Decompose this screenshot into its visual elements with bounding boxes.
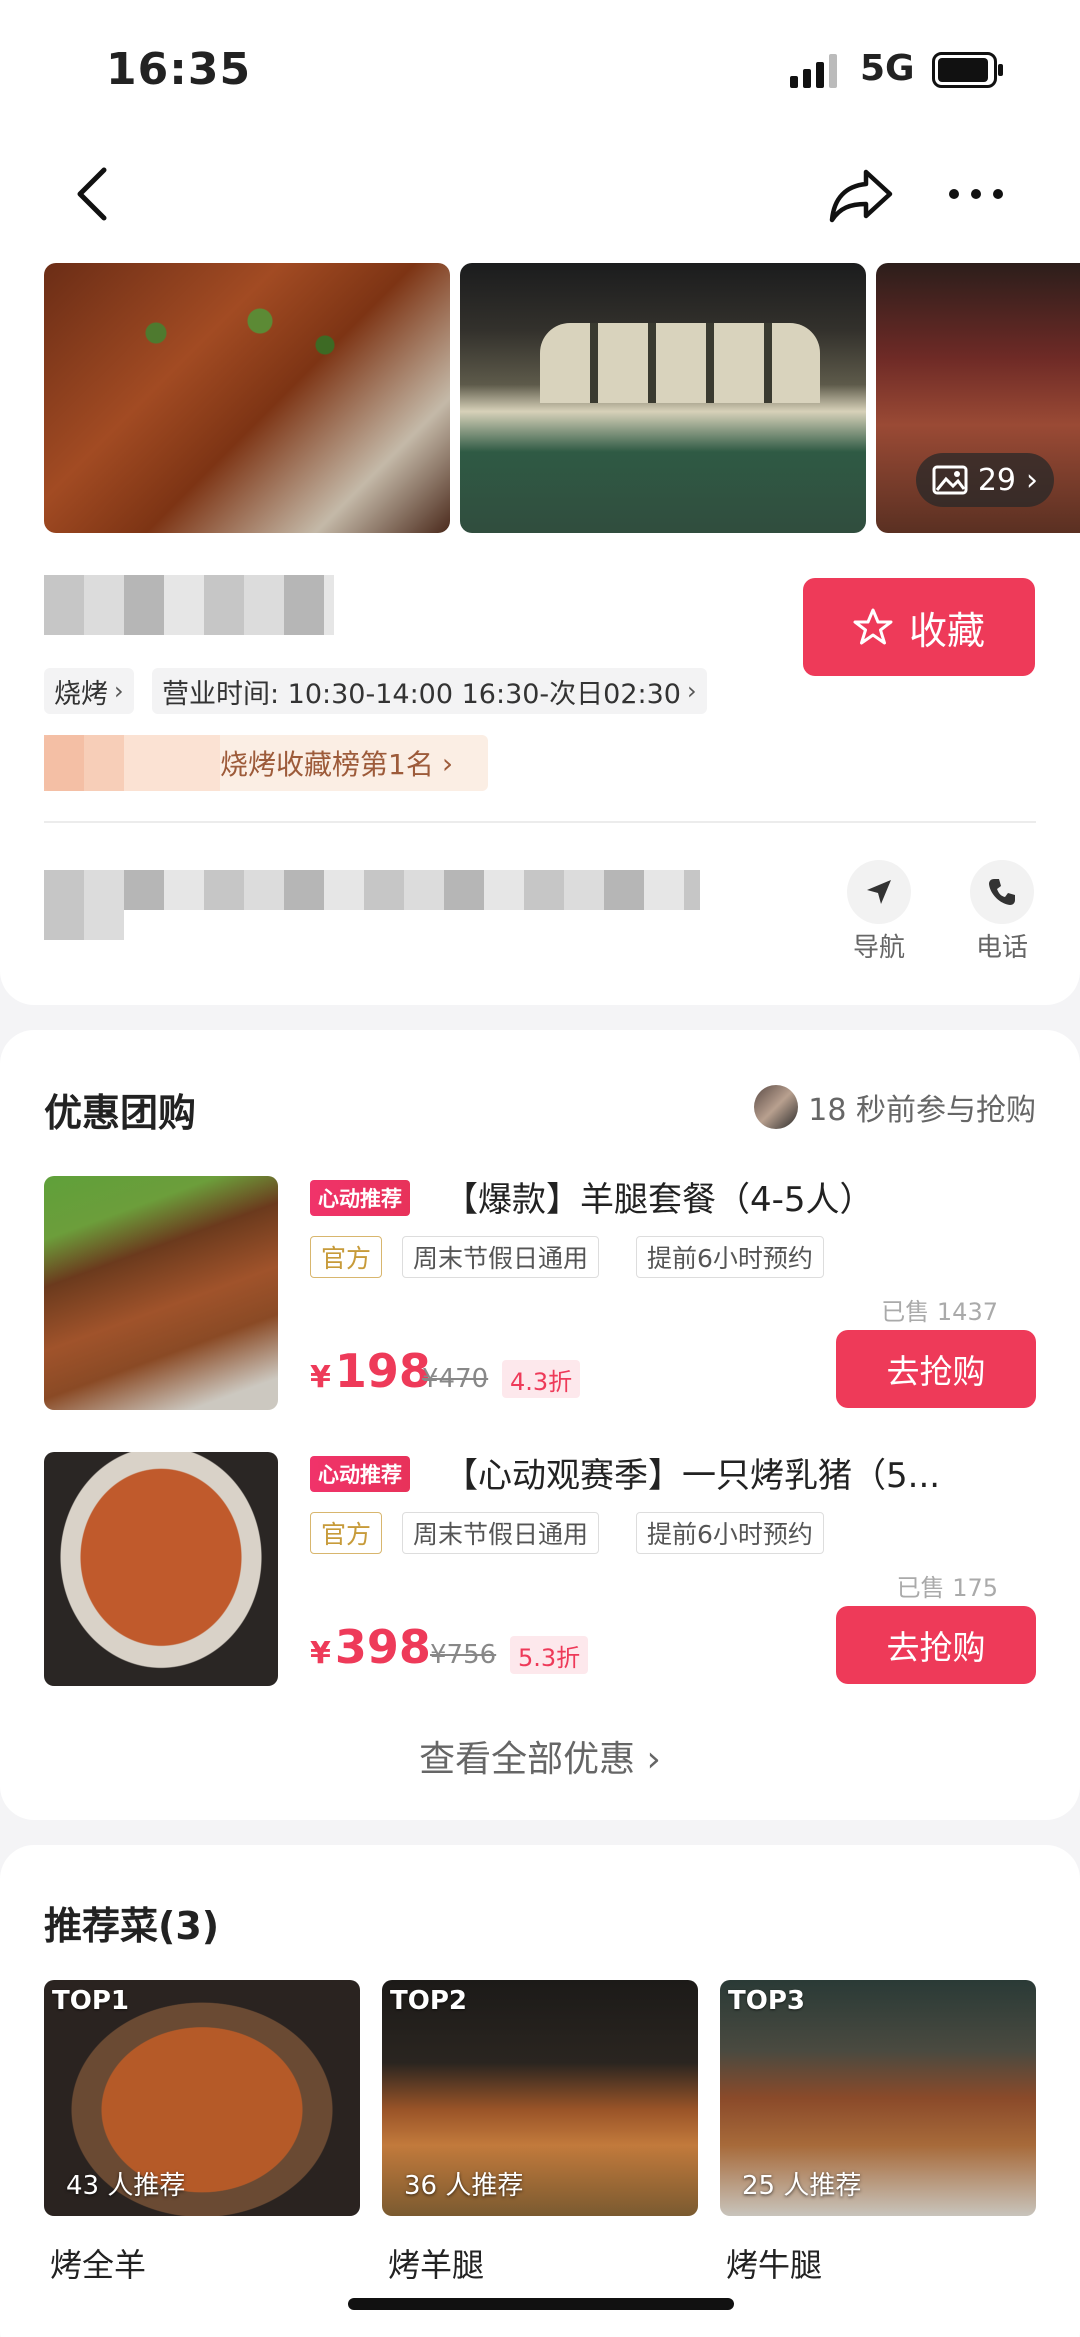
rank-label: TOP3 <box>728 1986 805 2016</box>
sold-count: 已售 175 <box>896 1574 998 1602</box>
phone-button[interactable] <box>970 860 1034 924</box>
store-photo-interior[interactable] <box>460 263 866 533</box>
share-icon[interactable] <box>826 162 898 226</box>
navigate-label: 导航 <box>852 933 905 963</box>
store-photo-food[interactable] <box>44 263 450 533</box>
star-icon <box>853 608 893 645</box>
category-label: 烧烤 <box>54 678 108 710</box>
dish-name: 烤羊腿 <box>388 2246 485 2284</box>
dish-card[interactable]: TOP3 25 人推荐 <box>720 1980 1036 2216</box>
divider <box>44 821 1036 823</box>
herbs-decoration <box>104 303 364 363</box>
favorite-button[interactable]: 收藏 <box>803 578 1035 676</box>
deals-title: 优惠团购 <box>44 1091 197 1135</box>
original-price: ¥470 <box>422 1364 489 1394</box>
hot-tag: 心动推荐 <box>310 1180 410 1216</box>
discount-badge: 5.3折 <box>510 1636 589 1674</box>
see-all-deals-link[interactable]: 查看全部优惠 › <box>0 1730 1080 1782</box>
dish-name: 烤牛腿 <box>726 2246 823 2284</box>
deals-section: 优惠团购 18 秒前参与抢购 心动推荐 【爆款】羊腿套餐（4-5人） 官方 周末… <box>0 1030 1080 1820</box>
original-price: ¥756 <box>430 1640 497 1670</box>
battery-icon <box>932 52 1003 88</box>
store-card: 29 › 收藏 烧烤 › 营业时间: 10:30-14:00 16:30-次日0… <box>0 255 1080 1005</box>
chevron-right-icon: › <box>646 1739 661 1780</box>
photo-count: 29 <box>977 462 1016 498</box>
dish-card[interactable]: TOP2 36 人推荐 <box>382 1980 698 2216</box>
hot-tag: 心动推荐 <box>310 1456 410 1492</box>
image-icon <box>932 465 968 495</box>
weekend-tag: 周末节假日通用 <box>402 1512 600 1554</box>
deal-image[interactable] <box>44 1176 278 1410</box>
avatar <box>754 1085 799 1129</box>
recommend-count: 36 人推荐 <box>404 2171 524 2201</box>
buy-button[interactable]: 去抢购 <box>836 1330 1036 1408</box>
deal-name: 【爆款】羊腿套餐（4-5人） <box>444 1180 874 1220</box>
deal-name: 【心动观赛季】一只烤乳猪（5... <box>444 1456 941 1496</box>
buy-button[interactable]: 去抢购 <box>836 1606 1036 1684</box>
join-text: 18 秒前参与抢购 <box>808 1093 1036 1128</box>
network-type: 5G <box>860 48 915 89</box>
phone-label: 电话 <box>975 933 1028 963</box>
deal-item[interactable]: 心动推荐 【心动观赛季】一只烤乳猪（5... 官方 周末节假日通用 提前6小时预… <box>44 1452 1036 1688</box>
discount-badge: 4.3折 <box>502 1360 581 1398</box>
interior-decoration <box>540 323 820 403</box>
signal-icon <box>790 54 837 88</box>
dishes-title: 推荐菜(3) <box>44 1904 220 1948</box>
navigate-button[interactable] <box>847 860 911 924</box>
recommend-count: 25 人推荐 <box>742 2171 862 2201</box>
price-value: 398 <box>334 1620 431 1674</box>
phone-icon <box>989 879 1015 905</box>
chevron-right-icon: › <box>687 677 697 705</box>
home-indicator[interactable] <box>348 2298 734 2310</box>
favorite-label: 收藏 <box>908 608 985 653</box>
store-name-redacted <box>44 575 334 635</box>
chevron-right-icon: › <box>1026 462 1038 498</box>
deal-item[interactable]: 心动推荐 【爆款】羊腿套餐（4-5人） 官方 周末节假日通用 提前6小时预约 已… <box>44 1176 1036 1412</box>
status-bar: 16:35 5G <box>0 0 1080 140</box>
official-tag: 官方 <box>310 1236 383 1278</box>
currency: ¥ <box>310 1636 331 1671</box>
currency: ¥ <box>310 1360 331 1395</box>
rank-label: 烧烤收藏榜第1名 <box>220 748 434 781</box>
weekend-tag: 周末节假日通用 <box>402 1236 600 1278</box>
reserve-tag: 提前6小时预约 <box>636 1236 824 1278</box>
rank-label: TOP1 <box>52 1986 129 2016</box>
deal-image[interactable] <box>44 1452 278 1686</box>
price-value: 198 <box>334 1344 431 1398</box>
hours-chip[interactable]: 营业时间: 10:30-14:00 16:30-次日02:30 › <box>152 668 707 714</box>
sold-count: 已售 1437 <box>881 1298 998 1326</box>
category-chip[interactable]: 烧烤 › <box>44 668 134 714</box>
dish-card[interactable]: TOP1 43 人推荐 <box>44 1980 360 2216</box>
address-redacted-2 <box>44 910 124 940</box>
chevron-right-icon: › <box>441 746 454 780</box>
nav-bar <box>0 140 1080 260</box>
status-time: 16:35 <box>106 44 252 95</box>
see-all-label: 查看全部优惠 <box>419 1739 636 1780</box>
deal-price: ¥ 198 <box>310 1344 431 1398</box>
store-photo-hall[interactable]: 29 › <box>876 263 1080 533</box>
recommend-count: 43 人推荐 <box>66 2171 186 2201</box>
join-info: 18 秒前参与抢购 <box>754 1085 1036 1129</box>
deal-price: ¥ 398 <box>310 1620 431 1674</box>
back-icon[interactable] <box>66 162 118 226</box>
rank-label: TOP2 <box>390 1986 467 2016</box>
official-tag: 官方 <box>310 1512 383 1554</box>
reserve-tag: 提前6小时预约 <box>636 1512 824 1554</box>
photo-count-badge[interactable]: 29 › <box>915 453 1054 507</box>
navigation-arrow-icon <box>867 880 891 904</box>
rank-redacted <box>44 735 220 791</box>
chevron-right-icon: › <box>114 677 124 705</box>
address-redacted <box>44 870 700 910</box>
recommended-dishes-section: 推荐菜(3) TOP1 43 人推荐 烤全羊 TOP2 36 人推荐 烤羊腿 T… <box>0 1845 1080 2337</box>
hours-label: 营业时间: 10:30-14:00 16:30-次日02:30 <box>162 678 681 710</box>
more-icon[interactable] <box>946 176 1006 212</box>
dish-name: 烤全羊 <box>50 2246 147 2284</box>
